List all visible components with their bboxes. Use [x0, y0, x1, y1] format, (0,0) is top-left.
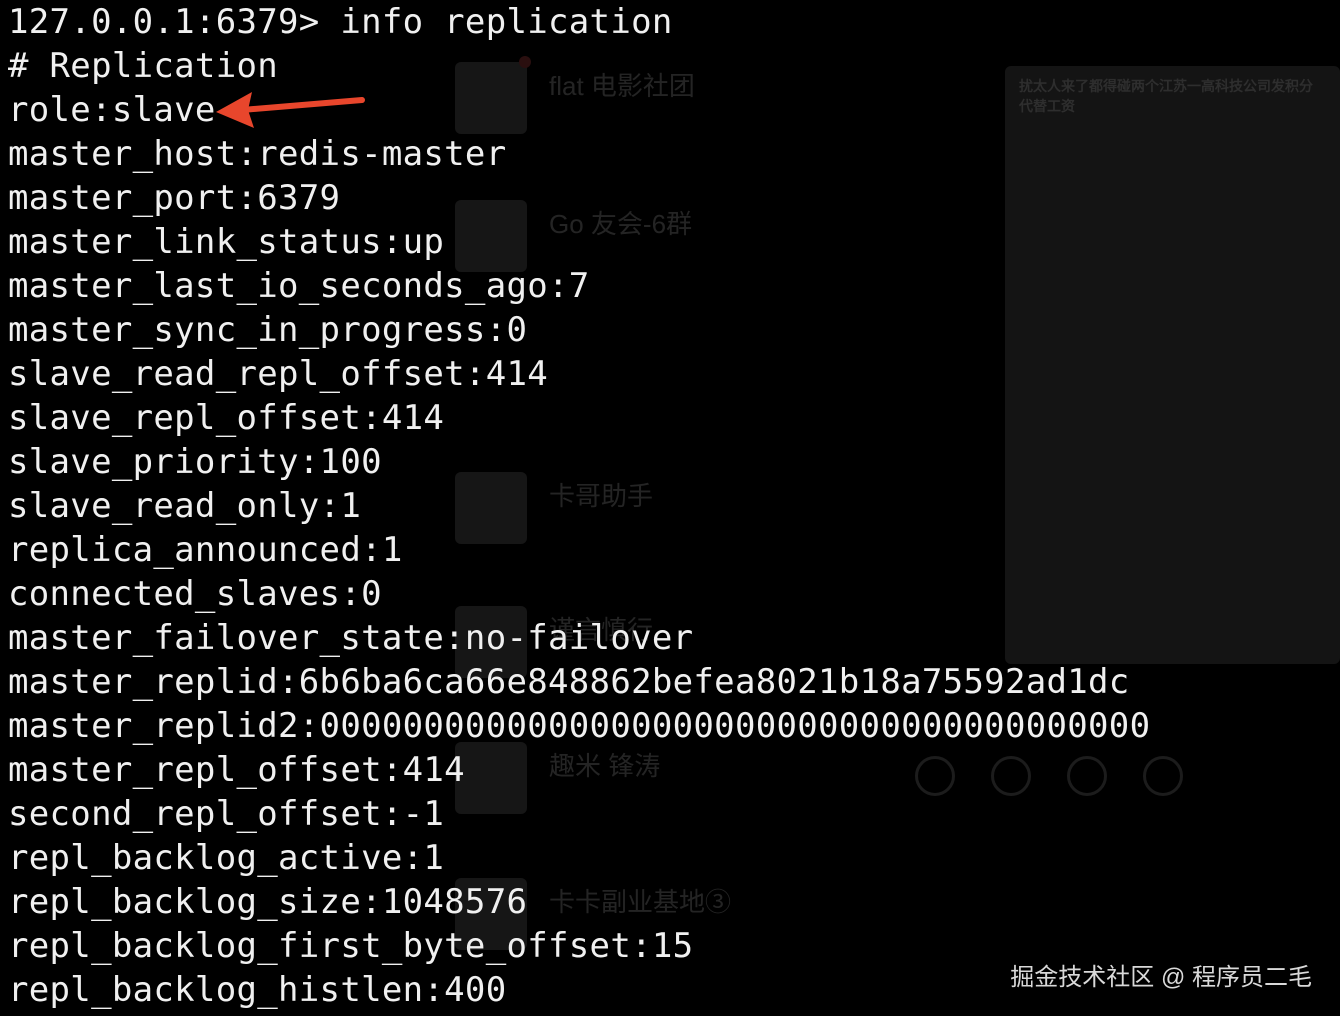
terminal-line: master_replid2:0000000000000000000000000… [8, 706, 1151, 746]
terminal-command-line: 127.0.0.1:6379> info replication [8, 2, 673, 42]
terminal-section-header: # Replication [8, 46, 279, 86]
watermark: 掘金技术社区 @ 程序员二毛 [1010, 964, 1312, 991]
terminal-line: connected_slaves:0 [8, 574, 382, 614]
terminal-line: slave_priority:100 [8, 442, 382, 482]
terminal-line: master_sync_in_progress:0 [8, 310, 528, 350]
terminal-line: second_repl_offset:-1 [8, 794, 445, 834]
terminal-line: repl_backlog_histlen:400 [8, 970, 507, 1010]
terminal-line: master_link_status:up [8, 222, 445, 262]
terminal-line: master_last_io_seconds_ago:7 [8, 266, 590, 306]
terminal-line: master_host:redis-master [8, 134, 507, 174]
terminal-line: slave_repl_offset:414 [8, 398, 445, 438]
terminal-line: master_failover_state:no-failover [8, 618, 694, 658]
terminal-line: master_port:6379 [8, 178, 341, 218]
terminal-line: repl_backlog_size:1048576 [8, 882, 528, 922]
terminal-line: master_replid:6b6ba6ca66e848862befea8021… [8, 662, 1130, 702]
annotation-arrow-icon [216, 92, 365, 128]
terminal-output[interactable]: 127.0.0.1:6379> info replication # Repli… [8, 0, 1150, 1012]
terminal-line: slave_read_repl_offset:414 [8, 354, 549, 394]
terminal-line: slave_read_only:1 [8, 486, 362, 526]
terminal-line: repl_backlog_first_byte_offset:15 [8, 926, 694, 966]
terminal-line-role: role:slave [8, 90, 216, 130]
terminal-line: repl_backlog_active:1 [8, 838, 445, 878]
terminal-line: master_repl_offset:414 [8, 750, 465, 790]
terminal-line: replica_announced:1 [8, 530, 403, 570]
